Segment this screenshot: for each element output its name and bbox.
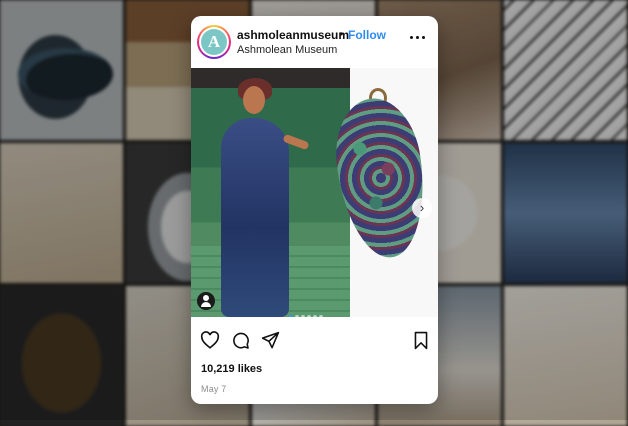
user-tag-icon[interactable] [197, 292, 215, 310]
carousel-dot [319, 315, 323, 317]
carousel-dot [301, 315, 305, 317]
post-photo-gown [191, 68, 350, 317]
carousel-dot [295, 315, 299, 317]
comment-icon[interactable] [231, 331, 250, 350]
heart-icon[interactable] [200, 331, 220, 349]
share-icon[interactable] [261, 331, 280, 350]
avatar-letter: A [201, 29, 227, 55]
post-card: A ashmoleanmuseum • Follow Ashmolean Mus… [191, 16, 438, 404]
carousel-dot [313, 315, 317, 317]
likes-count[interactable]: 10,219 likes [201, 363, 262, 375]
more-options-icon[interactable] [410, 33, 426, 43]
post-media-carousel[interactable]: › [191, 68, 438, 317]
avatar[interactable]: A [197, 25, 231, 59]
post-header: A ashmoleanmuseum • Follow Ashmolean Mus… [191, 16, 438, 68]
username-link[interactable]: ashmoleanmuseum [237, 28, 349, 42]
carousel-indicator [289, 306, 325, 317]
account-subtitle: Ashmolean Museum [237, 44, 338, 56]
follow-button[interactable]: Follow [348, 28, 386, 42]
post-actions [191, 329, 438, 353]
post-date: May 7 [201, 384, 227, 394]
chevron-right-icon[interactable]: › [412, 198, 432, 218]
separator-dot: • [339, 27, 344, 41]
carousel-dot [307, 315, 311, 317]
bookmark-icon[interactable] [413, 331, 429, 350]
carousel-dot [289, 315, 293, 317]
